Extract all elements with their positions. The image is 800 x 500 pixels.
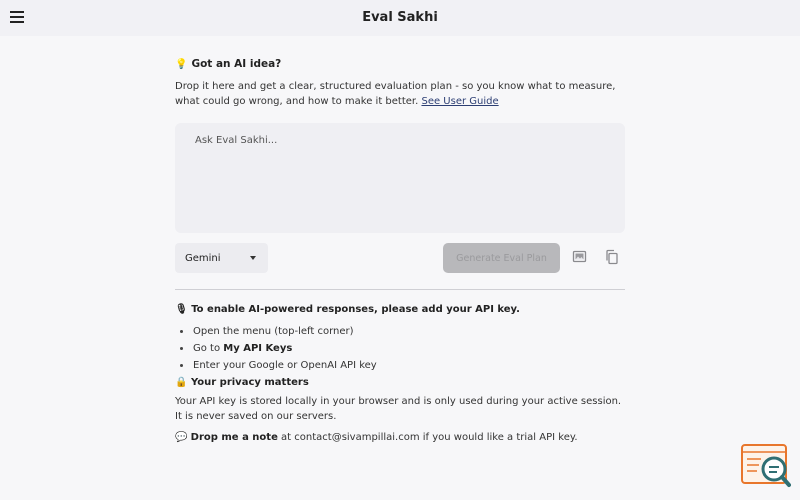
api-steps-list: Open the menu (top-left corner) Go to My… (175, 323, 625, 374)
lock-icon: 🔒 (175, 377, 188, 388)
speech-bubble-icon: 💬 (175, 432, 188, 443)
idea-heading-text: Got an AI idea? (191, 58, 282, 70)
api-key-heading: 🎙 To enable AI-powered responses, please… (175, 304, 625, 315)
intro-text: Drop it here and get a clear, structured… (175, 81, 616, 107)
privacy-text: Your API key is stored locally in your b… (175, 396, 622, 422)
lightbulb-icon: 💡 (175, 58, 188, 70)
eval-search-logo-icon[interactable] (741, 444, 791, 488)
image-icon[interactable] (572, 249, 588, 265)
contact-note-bold: Drop me a note (190, 432, 278, 443)
privacy-heading-text: Your privacy matters (190, 377, 309, 388)
caret-down-icon (250, 256, 256, 260)
controls-row: Gemini Generate Eval Plan (175, 243, 625, 273)
app-title: Eval Sakhi (362, 10, 438, 25)
intro-paragraph: Drop it here and get a clear, structured… (175, 79, 625, 109)
contact-note: 💬 Drop me a note at contact@sivampillai.… (175, 432, 625, 443)
list-item: Enter your Google or OpenAI API key (175, 357, 625, 374)
key-icon: 🎙 (175, 304, 188, 315)
contact-note-text: at contact@sivampillai.com if you would … (277, 432, 578, 443)
privacy-heading: 🔒 Your privacy matters (175, 374, 625, 391)
generate-eval-plan-button[interactable]: Generate Eval Plan (443, 243, 560, 273)
model-select[interactable]: Gemini (175, 243, 268, 273)
list-item: Go to My API Keys (175, 340, 625, 357)
top-bar: Eval Sakhi (0, 0, 800, 36)
prompt-input[interactable] (175, 123, 625, 233)
idea-heading: 💡 Got an AI idea? (175, 58, 625, 70)
copy-icon[interactable] (604, 249, 620, 265)
section-divider (175, 289, 625, 290)
api-key-heading-text: To enable AI-powered responses, please a… (191, 304, 520, 315)
main-content: 💡 Got an AI idea? Drop it here and get a… (175, 58, 625, 443)
model-select-value: Gemini (185, 252, 221, 264)
prompt-box (175, 123, 625, 233)
user-guide-link[interactable]: See User Guide (421, 96, 498, 107)
list-item: Open the menu (top-left corner) (175, 323, 625, 340)
